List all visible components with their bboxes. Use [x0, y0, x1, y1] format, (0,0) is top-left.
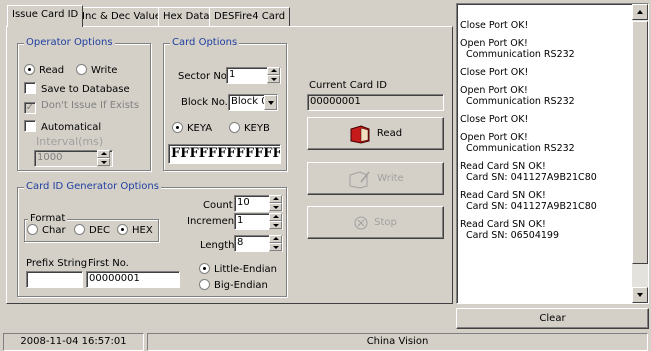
- book-icon: [350, 124, 370, 144]
- save-to-database-checkbox[interactable]: Save to Database: [24, 82, 130, 95]
- operator-options-legend: Operator Options: [24, 37, 115, 48]
- log-entry: Open Port OK! Communication RS232: [460, 85, 575, 107]
- prefix-string-input[interactable]: [26, 271, 83, 288]
- block-label: Block No.: [181, 97, 228, 108]
- write-icon: [349, 170, 370, 189]
- log-entry: Open Port OK! Communication RS232: [460, 38, 575, 60]
- scroll-down-icon[interactable]: [632, 287, 648, 303]
- log-entry: Read Card SN OK! Card SN: 041127A9B21C80: [460, 161, 597, 183]
- char-radio[interactable]: Char: [27, 224, 66, 236]
- log-entry: Open Port OK! Communication RS232: [460, 132, 575, 154]
- keyb-radio[interactable]: KEYB: [229, 122, 270, 134]
- little-endian-radio[interactable]: Little-Endian: [199, 263, 277, 275]
- current-card-id-label: Current Card ID: [309, 80, 387, 91]
- read-button[interactable]: Read: [307, 117, 444, 150]
- chevron-down-icon: [264, 95, 277, 110]
- automatical-checkbox[interactable]: Automatical: [24, 120, 101, 133]
- big-endian-radio-dot[interactable]: [199, 279, 210, 290]
- scroll-up-icon[interactable]: [632, 4, 648, 20]
- status-company: China Vision: [147, 333, 648, 351]
- big-endian-radio[interactable]: Big-Endian: [199, 279, 268, 291]
- dec-radio[interactable]: DEC: [74, 224, 110, 236]
- log-entry: Close Port OK!: [460, 20, 529, 31]
- log-scrollbar[interactable]: [632, 4, 648, 303]
- card-options-legend: Card Options: [170, 37, 240, 48]
- read-radio-dot[interactable]: [24, 64, 35, 75]
- block-dropdown-button[interactable]: [264, 95, 277, 110]
- read-radio[interactable]: Read: [24, 64, 64, 76]
- keya-radio[interactable]: KEYA: [172, 122, 212, 134]
- length-spinner[interactable]: [269, 235, 282, 252]
- count-spinner[interactable]: [269, 195, 282, 212]
- log-entries: Close Port OK! Open Port OK! Communicati…: [457, 4, 632, 248]
- log-entry: Read Card SN OK! Card SN: 041127A9B21C80: [460, 190, 597, 212]
- dont-issue-if-exists-box: ✓: [24, 102, 36, 114]
- keya-radio-dot[interactable]: [172, 122, 183, 133]
- first-no-label: First No.: [88, 258, 129, 269]
- stop-button[interactable]: Stop: [307, 206, 444, 239]
- increment-spinner[interactable]: [269, 213, 282, 230]
- interval-label: Interval(ms): [36, 135, 104, 148]
- tab-issue-card-id[interactable]: Issue Card ID: [7, 5, 84, 27]
- automatical-box[interactable]: [24, 120, 36, 132]
- format-legend: Format: [28, 213, 68, 224]
- log-entry: Close Port OK!: [460, 67, 529, 78]
- sector-spinner[interactable]: [267, 67, 280, 84]
- hex-radio-dot[interactable]: [117, 224, 128, 235]
- length-label: Length: [200, 240, 235, 251]
- first-no-input[interactable]: 00000001: [86, 271, 180, 288]
- write-radio[interactable]: Write: [76, 64, 117, 76]
- tab-hex-data[interactable]: Hex Data: [158, 7, 215, 26]
- scroll-thumb[interactable]: [632, 21, 648, 264]
- write-button[interactable]: Write: [307, 162, 444, 195]
- log-entry: Read Card SN OK! Card SN: 06504199: [460, 219, 559, 241]
- tab-desfire4-card[interactable]: DESFire4 Card: [209, 7, 291, 26]
- hex-radio[interactable]: HEX: [117, 224, 153, 236]
- status-datetime: 2008-11-04 16:57:01: [3, 333, 144, 351]
- log-list[interactable]: Close Port OK! Open Port OK! Communicati…: [456, 3, 649, 304]
- increment-label: Increment: [187, 216, 238, 227]
- interval-spinner[interactable]: [97, 150, 110, 167]
- generator-legend: Card ID Generator Options: [24, 181, 161, 192]
- little-endian-radio-dot[interactable]: [199, 263, 210, 274]
- char-radio-dot[interactable]: [27, 224, 38, 235]
- prefix-string-label: Prefix String: [26, 258, 88, 269]
- keyb-radio-dot[interactable]: [229, 122, 240, 133]
- current-card-id-field: 00000001: [307, 94, 444, 111]
- dont-issue-if-exists-checkbox: ✓ Don't Issue If Exists: [24, 100, 140, 114]
- log-entry: Close Port OK!: [460, 114, 529, 125]
- tab-inc-dec-value[interactable]: Inc & Dec Value: [77, 7, 166, 26]
- write-radio-dot[interactable]: [76, 64, 87, 75]
- stop-icon: [354, 216, 368, 229]
- sector-label: Sector No.: [178, 71, 230, 82]
- dec-radio-dot[interactable]: [74, 224, 85, 235]
- count-label: Count: [203, 200, 233, 211]
- save-to-database-box[interactable]: [24, 82, 36, 94]
- key-input[interactable]: FFFFFFFFFFFF: [168, 144, 281, 164]
- clear-button[interactable]: Clear: [456, 308, 649, 329]
